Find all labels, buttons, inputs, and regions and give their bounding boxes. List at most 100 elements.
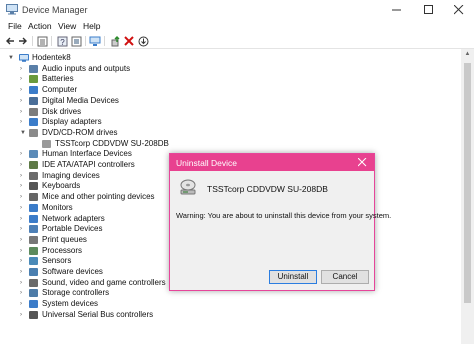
help-button[interactable]: ? bbox=[56, 35, 68, 47]
scroll-thumb[interactable] bbox=[464, 63, 471, 303]
update-driver-button[interactable] bbox=[109, 35, 121, 47]
expand-arrow-icon[interactable]: › bbox=[20, 118, 27, 126]
device-manager-icon bbox=[6, 4, 18, 15]
mouse-icon bbox=[29, 193, 38, 202]
expand-arrow-icon[interactable]: › bbox=[20, 172, 27, 180]
tree-root[interactable]: ▼ Hodentek8 bbox=[0, 53, 440, 64]
expand-arrow-icon[interactable]: › bbox=[20, 279, 27, 287]
system-icon bbox=[29, 300, 38, 309]
show-hidden-button[interactable] bbox=[70, 35, 82, 47]
expand-arrow-icon[interactable]: › bbox=[20, 204, 27, 212]
show-hidden-icon bbox=[71, 36, 81, 46]
tree-item-label: Software devices bbox=[42, 267, 103, 276]
monitor-icon bbox=[89, 36, 101, 46]
back-button[interactable] bbox=[4, 35, 16, 47]
expand-arrow-icon[interactable]: › bbox=[20, 193, 27, 201]
tree-item-label: TSSTcorp CDDVDW SU-208DB bbox=[55, 138, 169, 148]
properties-icon bbox=[37, 36, 47, 46]
camera-icon bbox=[29, 171, 38, 180]
tree-item[interactable]: › Audio inputs and outputs bbox=[0, 64, 440, 75]
scan-icon bbox=[138, 36, 148, 46]
expand-arrow-icon[interactable]: › bbox=[20, 268, 27, 276]
network-icon bbox=[29, 214, 38, 223]
monitor-button[interactable] bbox=[89, 35, 101, 47]
expand-arrow-icon[interactable]: › bbox=[20, 311, 27, 319]
tree-item-label: Print queues bbox=[42, 234, 87, 244]
tree-item[interactable]: › Display adapters bbox=[0, 117, 440, 128]
expand-arrow-icon[interactable]: › bbox=[20, 86, 27, 94]
maximize-button[interactable] bbox=[414, 0, 444, 20]
tree-item-label: Storage controllers bbox=[42, 288, 110, 298]
display-icon bbox=[29, 118, 38, 127]
dvd-drive-icon bbox=[42, 139, 51, 148]
uninstall-icon bbox=[124, 36, 134, 46]
close-button[interactable] bbox=[444, 0, 474, 20]
tree-item-label: Mice and other pointing devices bbox=[42, 192, 155, 202]
expand-arrow-icon[interactable]: › bbox=[20, 161, 27, 169]
minimize-button[interactable] bbox=[382, 0, 412, 20]
scroll-up-arrow-icon[interactable]: ▲ bbox=[461, 51, 474, 61]
tree-item[interactable]: › Batteries bbox=[0, 74, 440, 85]
uninstall-confirm-button[interactable]: Uninstall bbox=[269, 270, 317, 284]
expand-arrow-icon[interactable]: › bbox=[20, 182, 27, 190]
expand-arrow-icon[interactable]: › bbox=[20, 108, 27, 116]
tree-child-item[interactable]: TSSTcorp CDDVDW SU-208DB bbox=[0, 139, 440, 150]
tree-item-label: Universal Serial Bus controllers bbox=[42, 309, 154, 319]
monitor-icon bbox=[29, 203, 38, 212]
storage-icon bbox=[29, 289, 38, 298]
uninstall-device-dialog: Uninstall Device TSSTcorp CDDVDW SU-208D… bbox=[169, 153, 391, 291]
printer-icon bbox=[29, 235, 38, 244]
menu-bar: File Action View Help bbox=[0, 20, 474, 33]
tree-item[interactable]: › Universal Serial Bus controllers bbox=[0, 310, 440, 321]
minimize-icon bbox=[392, 9, 401, 11]
dialog-device-name: TSSTcorp CDDVDW SU-208DB bbox=[207, 184, 328, 194]
battery-icon bbox=[29, 75, 38, 84]
tree-item[interactable]: › Computer bbox=[0, 85, 440, 96]
menu-file[interactable]: File bbox=[8, 21, 22, 31]
expand-arrow-icon[interactable]: › bbox=[20, 75, 27, 83]
computer-icon bbox=[19, 54, 29, 62]
dvd-drive-icon bbox=[180, 179, 196, 195]
vertical-scrollbar[interactable]: ▲ bbox=[461, 49, 474, 344]
expand-arrow-icon[interactable]: › bbox=[20, 247, 27, 255]
tree-item[interactable]: ▼ DVD/CD-ROM drives bbox=[0, 128, 440, 139]
expand-arrow-icon[interactable]: › bbox=[20, 215, 27, 223]
close-icon bbox=[454, 5, 464, 15]
expand-arrow-icon[interactable]: › bbox=[20, 150, 27, 158]
tree-item-label: Imaging devices bbox=[42, 170, 100, 180]
dialog-close-button[interactable] bbox=[350, 154, 374, 171]
toolbar-separator bbox=[32, 36, 33, 46]
expand-arrow-icon[interactable]: › bbox=[20, 65, 27, 73]
expand-arrow-icon[interactable]: › bbox=[20, 300, 27, 308]
sensor-icon bbox=[29, 257, 38, 266]
menu-help[interactable]: Help bbox=[83, 21, 100, 31]
scan-hardware-button[interactable] bbox=[137, 35, 149, 47]
properties-button[interactable] bbox=[36, 35, 48, 47]
toolbar: ? bbox=[0, 33, 474, 49]
tree-item[interactable]: › Digital Media Devices bbox=[0, 96, 440, 107]
tree-item-label: Portable Devices bbox=[42, 224, 103, 234]
disk-icon bbox=[29, 107, 38, 116]
tree-item[interactable]: › Disk drives bbox=[0, 107, 440, 118]
menu-view[interactable]: View bbox=[58, 21, 76, 31]
expand-arrow-icon[interactable]: › bbox=[20, 225, 27, 233]
toolbar-separator bbox=[104, 36, 105, 46]
cancel-button[interactable]: Cancel bbox=[321, 270, 369, 284]
tree-item-label: Batteries bbox=[42, 74, 74, 84]
expand-arrow-icon[interactable]: › bbox=[20, 236, 27, 244]
tree-item-label: Monitors bbox=[42, 202, 73, 212]
expand-arrow-icon[interactable]: › bbox=[20, 289, 27, 297]
tree-root-label: Hodentek8 bbox=[32, 53, 71, 62]
device-manager-window: Device Manager File Action View Help ? ▼… bbox=[0, 0, 474, 344]
media-icon bbox=[29, 96, 38, 105]
uninstall-button[interactable] bbox=[123, 35, 135, 47]
software-icon bbox=[29, 268, 38, 276]
tree-item[interactable]: › System devices bbox=[0, 299, 440, 310]
collapse-arrow-icon[interactable]: ▼ bbox=[20, 129, 27, 137]
menu-action[interactable]: Action bbox=[28, 21, 52, 31]
expand-arrow-icon[interactable]: › bbox=[20, 257, 27, 265]
collapse-arrow-icon[interactable]: ▼ bbox=[8, 54, 15, 62]
expand-arrow-icon[interactable]: › bbox=[20, 97, 27, 105]
title-bar: Device Manager bbox=[0, 0, 474, 20]
forward-button[interactable] bbox=[17, 35, 29, 47]
